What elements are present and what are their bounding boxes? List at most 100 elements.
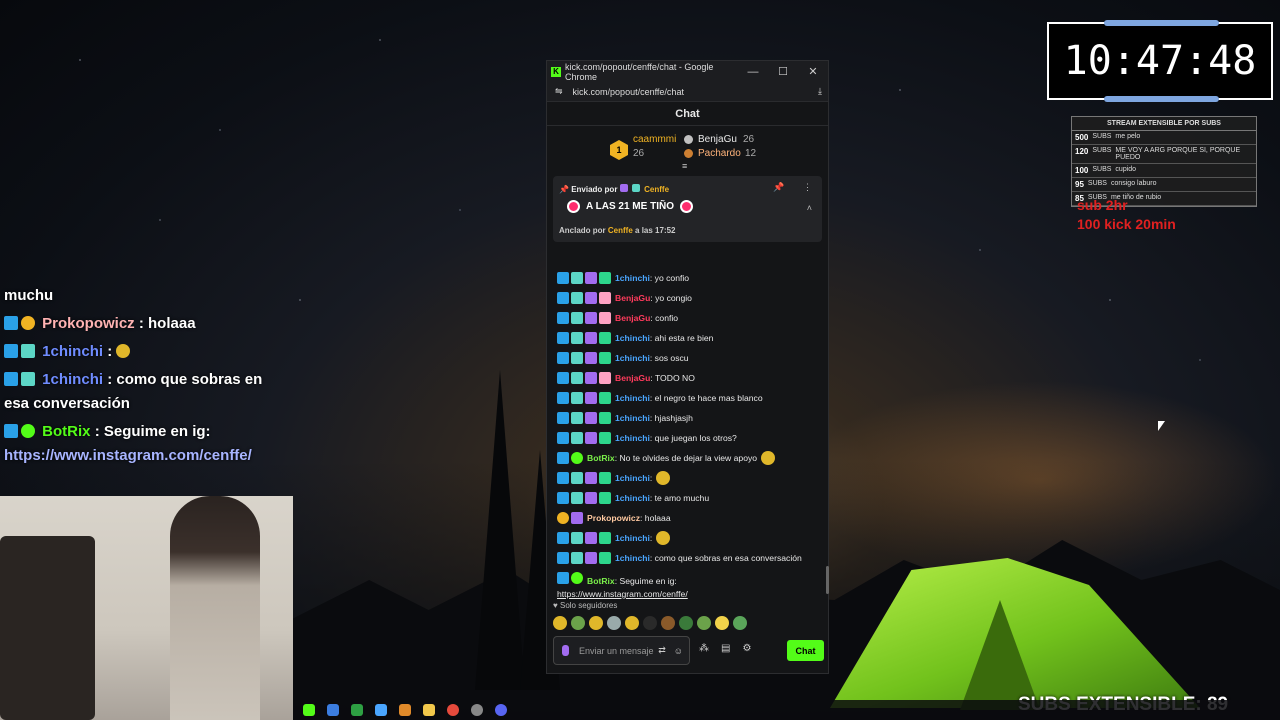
emote-icon[interactable]	[715, 616, 729, 630]
app-icon[interactable]	[327, 704, 339, 716]
gifter-name[interactable]: BenjaGu	[698, 134, 737, 145]
chat-message: BenjaGu: confio	[547, 308, 828, 328]
site-settings-icon[interactable]: ⇋	[555, 86, 563, 97]
close-button[interactable]: ✕	[798, 65, 828, 78]
download-icon[interactable]: ⤓	[818, 86, 822, 97]
chat-username[interactable]: BotRix	[587, 453, 615, 463]
unpin-icon[interactable]: 📌	[773, 182, 784, 192]
emoji-icon[interactable]: ☺	[674, 646, 683, 656]
app-icon[interactable]	[471, 704, 483, 716]
emote-icon[interactable]	[607, 616, 621, 630]
countdown-timer: 10:47:48	[1047, 20, 1273, 102]
address-bar[interactable]: ⇋ kick.com/popout/cenffe/chat ⤓	[547, 82, 828, 102]
microphone-icon[interactable]	[562, 645, 569, 656]
app-icon[interactable]	[399, 704, 411, 716]
chat-message-text: : el negro te hace mas blanco	[649, 393, 763, 403]
chat-username[interactable]: 1chinchi	[615, 353, 650, 363]
emote-icon[interactable]	[571, 616, 585, 630]
pinned-tools: 📌 ⋮ ˄	[773, 182, 812, 213]
emote-icon	[116, 344, 131, 358]
chat-message: Prokopowicz: holaaa	[547, 508, 828, 528]
emote-icon	[761, 451, 776, 465]
subs-goal-row: 95 SUBS consigo laburo	[1072, 178, 1256, 192]
share-icon[interactable]: ⁂	[699, 643, 709, 654]
emote-icon[interactable]	[661, 616, 675, 630]
badge-icon	[599, 372, 611, 384]
badge-icon	[557, 272, 569, 284]
app-icon[interactable]	[351, 704, 363, 716]
send-chat-button[interactable]: Chat	[787, 640, 824, 661]
gifter-count: 26	[633, 148, 645, 159]
emote-icon[interactable]	[625, 616, 639, 630]
maximize-button[interactable]: ☐	[768, 65, 798, 78]
badge-icon	[585, 412, 597, 424]
badge-icon	[571, 432, 583, 444]
emote-icon[interactable]	[733, 616, 747, 630]
gifter-name[interactable]: Pachardo	[698, 148, 741, 159]
badge-icon	[557, 412, 569, 424]
chat-message-text: : ahi esta re bien	[649, 333, 714, 343]
emote-icon[interactable]	[589, 616, 603, 630]
webcam-chair	[0, 536, 95, 720]
discord-icon[interactable]	[495, 704, 507, 716]
emote-icon[interactable]	[643, 616, 657, 630]
chat-username[interactable]: 1chinchi	[615, 393, 650, 403]
emote-icon	[567, 200, 580, 213]
chat-username[interactable]: Prokopowicz	[587, 513, 640, 523]
chat-message: 1chinchi:	[547, 528, 828, 548]
collapse-chevron-icon[interactable]: ˄	[773, 203, 812, 213]
badge-icon	[571, 472, 583, 484]
overlay-chat-line: Prokopowicz : holaaa	[0, 310, 295, 338]
chat-input-placeholder[interactable]: Enviar un mensaje	[579, 646, 658, 656]
chat-message: 1chinchi: hjashjasjh	[547, 408, 828, 428]
more-options-icon[interactable]: ⋮	[803, 182, 812, 192]
emote-icon[interactable]	[553, 616, 567, 630]
overlay-username: 1chinchi	[42, 343, 104, 360]
translate-icon[interactable]: ⇄	[658, 645, 666, 656]
chrome-icon[interactable]	[447, 704, 459, 716]
chat-input[interactable]: Enviar un mensaje ⇄ ☺	[553, 636, 690, 665]
pinned-sender: 📌 Enviado por Cenffe	[559, 184, 670, 194]
badge-icon	[557, 572, 569, 584]
chat-username[interactable]: 1chinchi	[615, 493, 650, 503]
badge-icon	[585, 472, 597, 484]
badge-icon	[571, 492, 583, 504]
chat-message: 1chinchi: que juegan los otros?	[547, 428, 828, 448]
pinned-text: A LAS 21 ME TIÑO	[567, 200, 693, 213]
kick-app-icon[interactable]	[303, 704, 315, 716]
chat-username[interactable]: BenjaGu	[615, 293, 650, 303]
chat-username[interactable]: 1chinchi	[615, 333, 650, 343]
chat-username[interactable]: 1chinchi	[615, 553, 650, 563]
window-title: kick.com/popout/cenffe/chat - Google Chr…	[565, 61, 714, 82]
expand-gifters-icon[interactable]: ≡	[682, 161, 687, 171]
chat-message-text: : te amo muchu	[649, 493, 710, 503]
chat-username[interactable]: BenjaGu	[615, 313, 650, 323]
chat-username[interactable]: BotRix	[587, 576, 615, 586]
chat-username[interactable]: 1chinchi	[615, 413, 650, 423]
chat-scrollbar[interactable]	[826, 566, 829, 594]
chat-username[interactable]: 1chinchi	[615, 533, 650, 543]
chat-username[interactable]: 1chinchi	[615, 433, 650, 443]
instagram-link[interactable]: https://www.instagram.com/cenffe/	[557, 589, 688, 599]
overlay-username: Prokopowicz	[42, 315, 135, 332]
chat-username[interactable]: 1chinchi	[615, 473, 650, 483]
badge-icon	[619, 184, 628, 192]
emote-icon[interactable]	[697, 616, 711, 630]
badge-icon	[599, 492, 611, 504]
chat-username[interactable]: BenjaGu	[615, 373, 650, 383]
chat-username[interactable]: 1chinchi	[615, 273, 650, 283]
url-text[interactable]: kick.com/popout/cenffe/chat	[573, 87, 818, 97]
app-icon[interactable]	[375, 704, 387, 716]
badge-icon	[4, 316, 18, 330]
store-icon[interactable]: ▤	[721, 643, 730, 654]
gifter-name[interactable]: caammmi	[633, 134, 676, 145]
overlay-chat-line: BotRix : Seguime en ig: https://www.inst…	[0, 418, 295, 470]
minimize-button[interactable]: —	[738, 66, 768, 78]
badge-icon	[557, 292, 569, 304]
chat-message: BotRix: No te olvides de dejar la view a…	[547, 448, 828, 468]
emote-icon[interactable]	[679, 616, 693, 630]
settings-gear-icon[interactable]: ⚙	[742, 643, 751, 654]
followers-only-notice: ♥ Solo seguidores	[553, 601, 618, 610]
pinned-message: 📌 Enviado por Cenffe A LAS 21 ME TIÑO An…	[553, 176, 822, 242]
folder-icon[interactable]	[423, 704, 435, 716]
